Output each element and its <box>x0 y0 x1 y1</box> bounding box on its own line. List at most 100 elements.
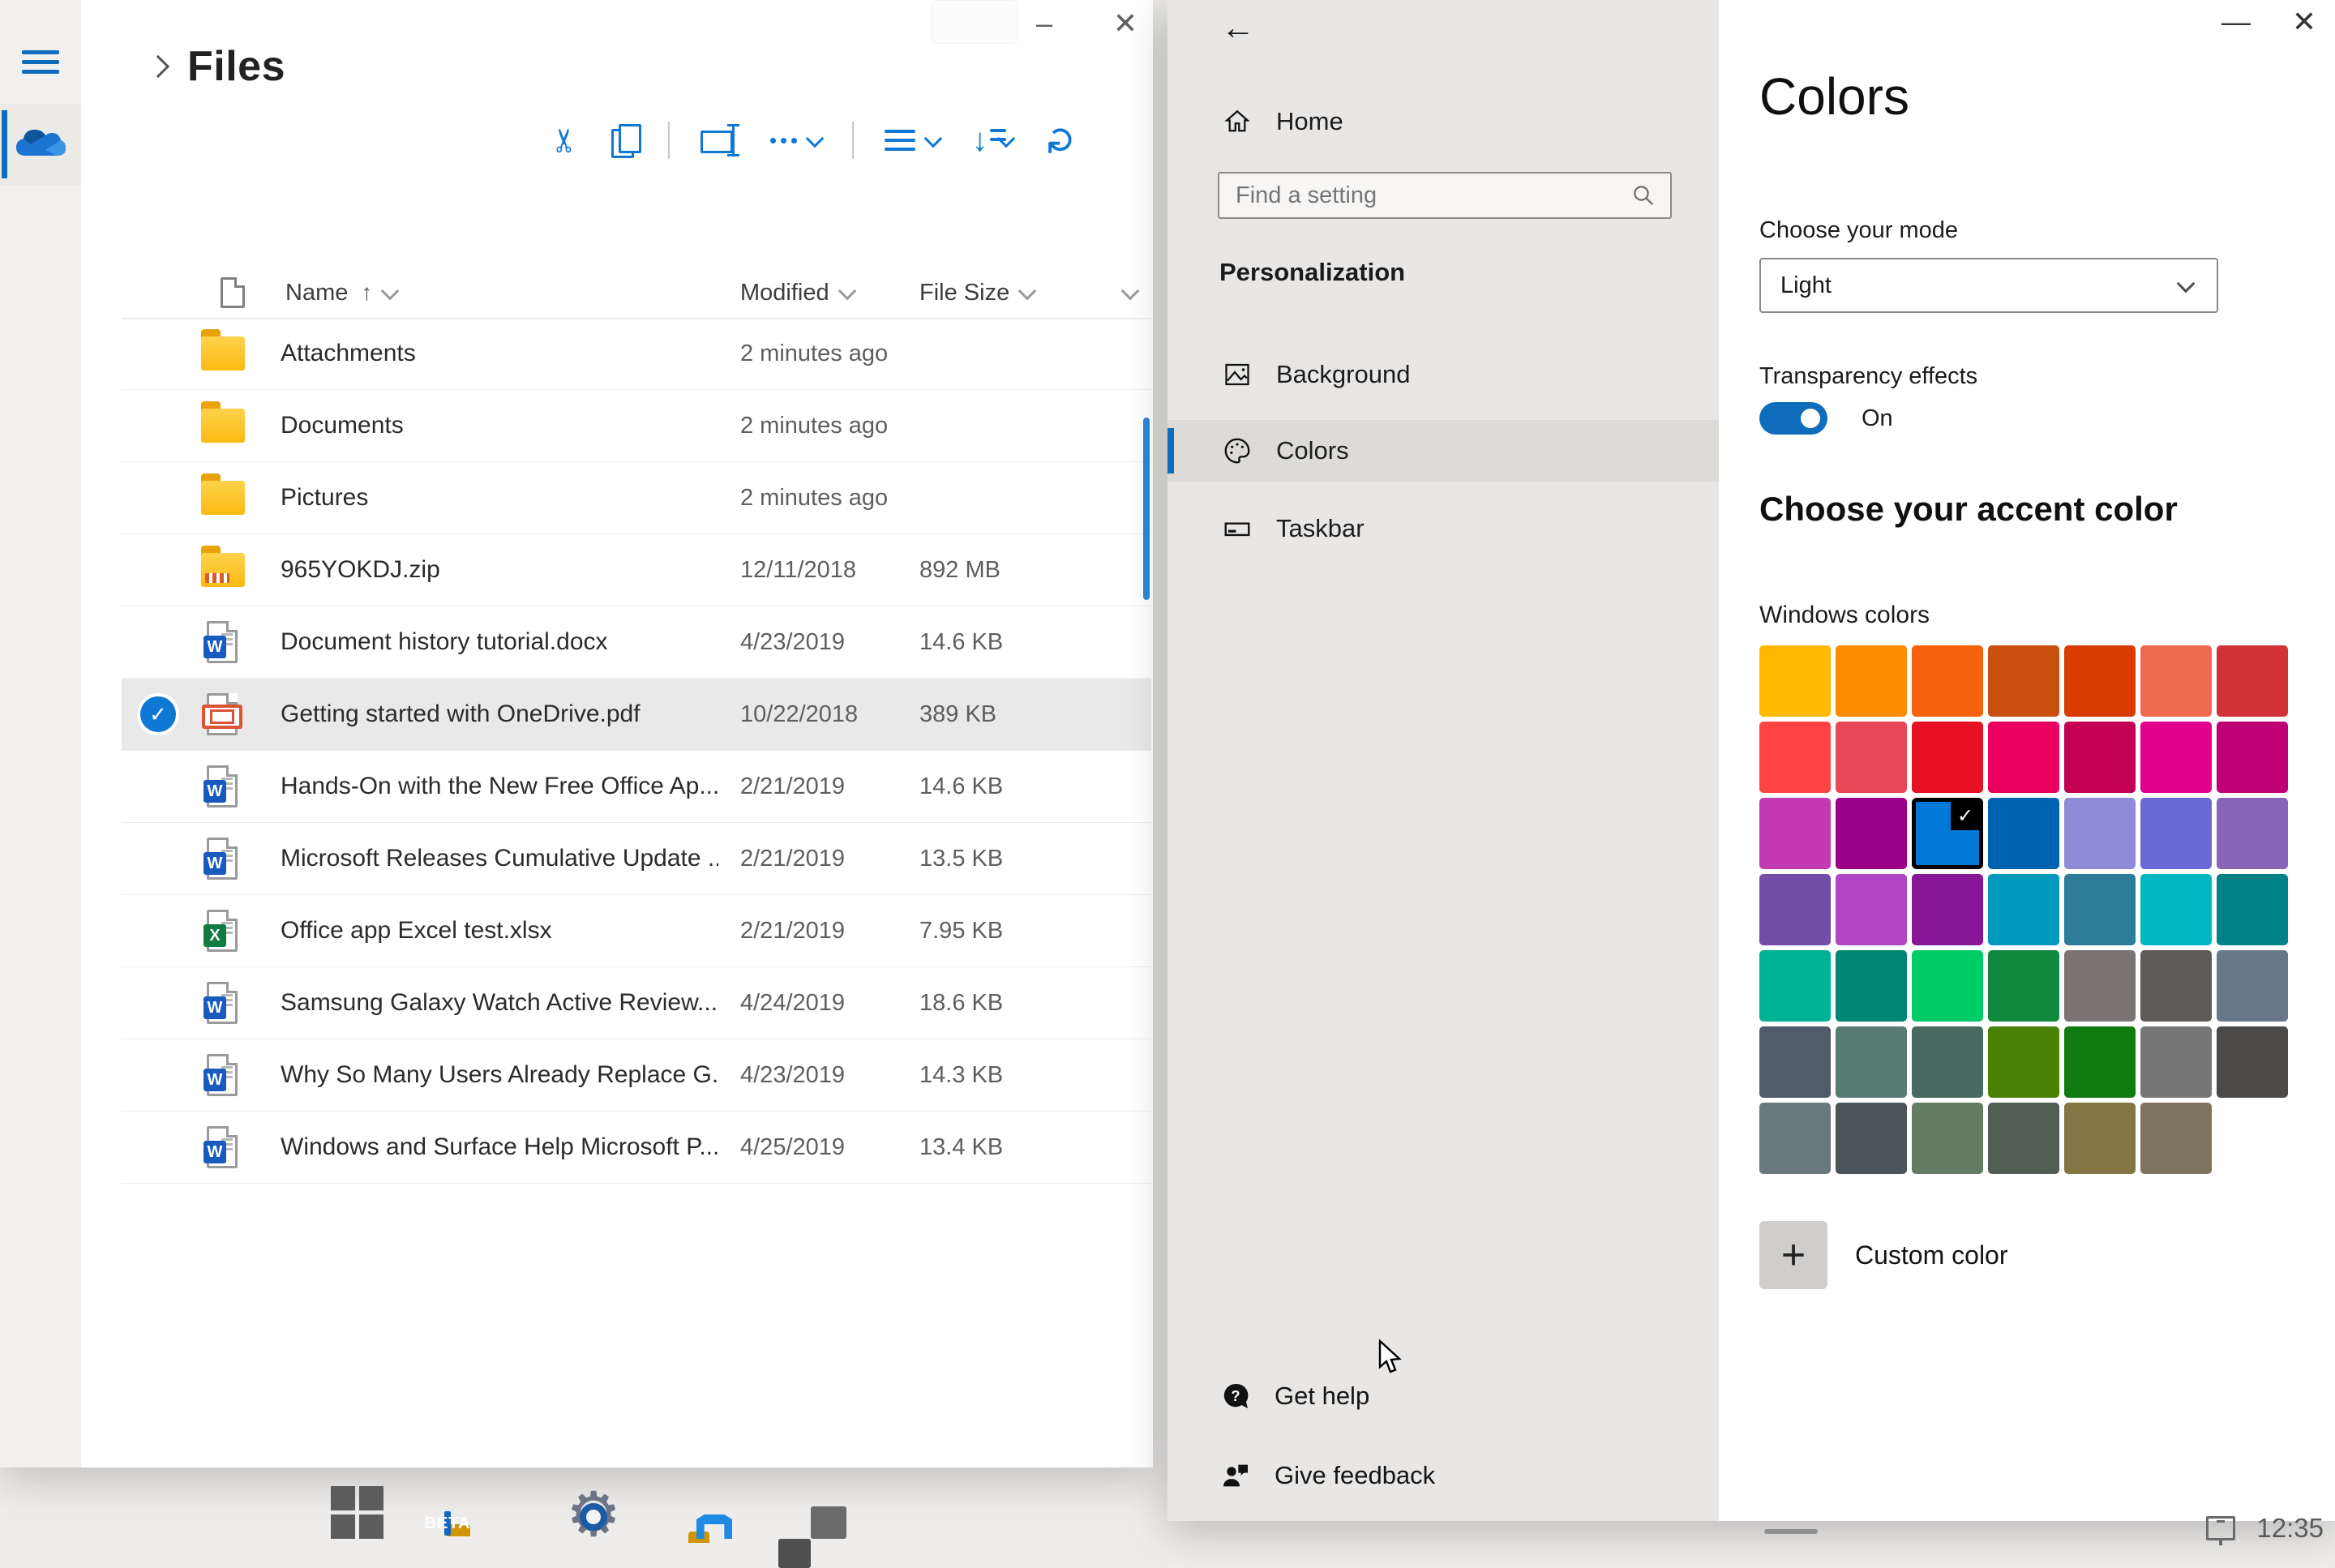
file-name[interactable]: Documents <box>281 412 718 439</box>
accent-color-swatch[interactable] <box>2140 950 2212 1022</box>
file-name[interactable]: Windows and Surface Help Microsoft P... <box>281 1133 718 1161</box>
file-type-column-icon[interactable] <box>221 277 245 308</box>
row-select-gutter[interactable] <box>122 606 195 678</box>
row-select-gutter[interactable] <box>122 1112 195 1183</box>
file-row[interactable]: 965YOKDJ.zip12/11/2018892 MB <box>122 534 1151 606</box>
start-button[interactable] <box>331 1486 383 1539</box>
row-select-gutter[interactable] <box>122 534 195 606</box>
accent-color-swatch[interactable] <box>2217 798 2288 869</box>
row-select-gutter[interactable] <box>122 967 195 1039</box>
file-name[interactable]: Document history tutorial.docx <box>281 628 718 656</box>
row-select-gutter[interactable] <box>122 318 195 389</box>
accent-color-swatch[interactable] <box>1912 722 1983 793</box>
column-header-name[interactable]: Name ↑ <box>285 280 396 306</box>
row-select-gutter[interactable] <box>122 751 195 822</box>
settings-search-box[interactable] <box>1218 172 1672 219</box>
accent-color-swatch[interactable] <box>1759 1103 1831 1174</box>
file-name[interactable]: Why So Many Users Already Replace G... <box>281 1061 718 1089</box>
file-name[interactable]: Samsung Galaxy Watch Active Review.... <box>281 989 718 1017</box>
accent-color-swatch[interactable] <box>1836 722 1907 793</box>
nav-item-taskbar[interactable]: Taskbar <box>1168 498 1719 559</box>
row-select-gutter[interactable] <box>122 895 195 966</box>
accent-color-swatch[interactable] <box>1988 950 2059 1022</box>
accent-color-swatch[interactable] <box>2140 798 2212 869</box>
accent-color-swatch[interactable] <box>2140 874 2212 945</box>
accent-color-swatch[interactable] <box>1988 1103 2059 1174</box>
file-row[interactable]: WHands-On with the New Free Office Ap...… <box>122 751 1151 823</box>
search-input[interactable] <box>1219 182 1631 209</box>
accent-color-swatch[interactable] <box>1759 645 1831 717</box>
copy-icon[interactable] <box>611 124 637 156</box>
get-help-item[interactable]: ? Get help <box>1168 1365 1719 1427</box>
cut-icon[interactable]: ✂ <box>551 122 579 159</box>
accent-color-swatch[interactable] <box>2217 722 2288 793</box>
row-select-gutter[interactable] <box>122 823 195 894</box>
file-row[interactable]: XOffice app Excel test.xlsx2/21/20197.95… <box>122 895 1151 967</box>
refresh-icon[interactable]: ↻ <box>1045 122 1077 159</box>
accent-color-swatch[interactable] <box>1912 1103 1983 1174</box>
accent-color-swatch[interactable] <box>1759 874 1831 945</box>
accent-color-swatch[interactable]: ✓ <box>1912 798 1983 869</box>
view-options-icon[interactable] <box>885 130 940 151</box>
accent-color-swatch[interactable] <box>1836 950 1907 1022</box>
accent-color-swatch[interactable] <box>2064 950 2136 1022</box>
accent-color-swatch[interactable] <box>2064 1026 2136 1098</box>
nav-item-colors[interactable]: Colors <box>1168 420 1719 482</box>
back-arrow-icon[interactable]: ← <box>1221 8 1255 47</box>
chevron-right-icon[interactable] <box>147 55 169 78</box>
accent-color-swatch[interactable] <box>2217 950 2288 1022</box>
nav-item-home[interactable]: Home <box>1168 91 1719 152</box>
selected-check-icon[interactable]: ✓ <box>122 679 195 750</box>
close-button[interactable]: ✕ <box>2280 5 2329 39</box>
accent-color-swatch[interactable] <box>2140 722 2212 793</box>
accent-color-swatch[interactable] <box>1912 645 1983 717</box>
accent-color-swatch[interactable] <box>1759 798 1831 869</box>
accent-color-swatch[interactable] <box>1988 798 2059 869</box>
clock[interactable]: 12:35 <box>2256 1513 2324 1544</box>
file-row[interactable]: ✓Getting started with OneDrive.pdf10/22/… <box>122 679 1151 751</box>
accent-color-swatch[interactable] <box>1912 874 1983 945</box>
more-options-icon[interactable] <box>770 124 821 156</box>
accent-color-swatch[interactable] <box>1912 1026 1983 1098</box>
file-name[interactable]: Attachments <box>281 340 718 367</box>
accent-color-swatch[interactable] <box>2217 645 2288 717</box>
accent-color-swatch[interactable] <box>1836 1103 1907 1174</box>
accent-color-swatch[interactable] <box>1988 874 2059 945</box>
accent-color-swatch[interactable] <box>1836 874 1907 945</box>
file-row[interactable]: WWhy So Many Users Already Replace G...4… <box>122 1039 1151 1112</box>
column-header-modified[interactable]: Modified <box>740 280 854 306</box>
custom-color-button[interactable]: + Custom color <box>1759 1221 2008 1289</box>
file-row[interactable]: Attachments2 minutes ago <box>122 318 1151 390</box>
file-row[interactable]: Pictures2 minutes ago <box>122 462 1151 534</box>
accent-color-swatch[interactable] <box>1836 798 1907 869</box>
accent-color-swatch[interactable] <box>1759 950 1831 1022</box>
accent-color-swatch[interactable] <box>2064 722 2136 793</box>
accent-color-swatch[interactable] <box>2064 798 2136 869</box>
accent-color-swatch[interactable] <box>1988 645 2059 717</box>
accent-color-swatch[interactable] <box>1988 722 2059 793</box>
horizontal-scrollbar[interactable] <box>1764 1529 1818 1534</box>
accent-color-swatch[interactable] <box>2064 874 2136 945</box>
nav-item-background[interactable]: Background <box>1168 344 1719 405</box>
accent-color-swatch[interactable] <box>1759 722 1831 793</box>
file-row[interactable]: WWindows and Surface Help Microsoft P...… <box>122 1112 1151 1184</box>
rename-icon[interactable] <box>700 124 738 156</box>
file-name[interactable]: 965YOKDJ.zip <box>281 556 718 584</box>
vertical-scrollbar[interactable] <box>1143 418 1150 600</box>
accent-color-swatch[interactable] <box>2217 874 2288 945</box>
row-select-gutter[interactable] <box>122 390 195 461</box>
file-name[interactable]: Getting started with OneDrive.pdf <box>281 700 718 728</box>
file-row[interactable]: WSamsung Galaxy Watch Active Review....4… <box>122 967 1151 1039</box>
close-button[interactable]: ✕ <box>1101 6 1150 41</box>
accent-color-swatch[interactable] <box>1988 1026 2059 1098</box>
file-name[interactable]: Office app Excel test.xlsx <box>281 917 718 945</box>
sort-icon[interactable]: ↓ <box>972 124 1013 156</box>
transparency-toggle[interactable] <box>1759 402 1827 435</box>
file-row[interactable]: Documents2 minutes ago <box>122 390 1151 462</box>
accent-color-swatch[interactable] <box>2140 645 2212 717</box>
accent-color-swatch[interactable] <box>1836 645 1907 717</box>
row-select-gutter[interactable] <box>122 1039 195 1111</box>
file-row[interactable]: WDocument history tutorial.docx4/23/2019… <box>122 606 1151 679</box>
accent-color-swatch[interactable] <box>2217 1026 2288 1098</box>
mode-dropdown[interactable]: Light <box>1759 258 2218 313</box>
